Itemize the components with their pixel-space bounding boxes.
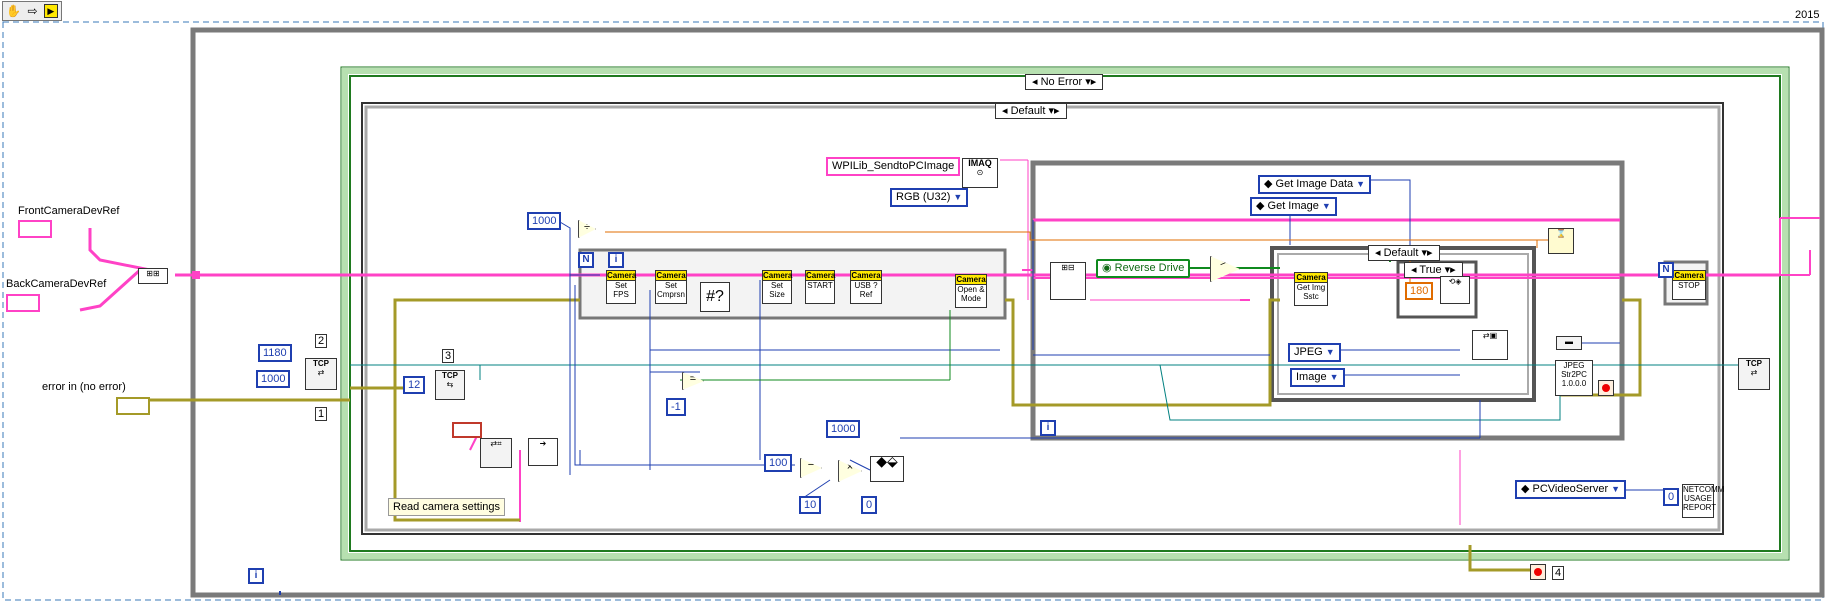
back-camera-label: BackCameraDevRef: [6, 278, 107, 290]
netcomm-usage-report-node[interactable]: NETCOMM USAGE REPORT: [1682, 484, 1724, 518]
right-loop-count: N: [1658, 262, 1674, 278]
label-3: 3: [442, 349, 455, 363]
error-in-terminal[interactable]: [116, 397, 150, 415]
reverse-drive-const[interactable]: ◉ Reverse Drive: [1096, 259, 1191, 278]
port-1180-const[interactable]: 1180: [258, 344, 292, 362]
read-camera-settings-comment: Read camera settings: [388, 498, 505, 516]
get-image-ring[interactable]: ◆ Get Image ▼: [1250, 197, 1337, 216]
const-1000-wait[interactable]: 1000: [826, 420, 861, 438]
loop-stop-button[interactable]: [1530, 564, 1546, 580]
for-loop-count: N: [578, 252, 594, 268]
arrow-icon[interactable]: ⇨: [27, 4, 37, 18]
unbundle-node[interactable]: ➔: [528, 438, 558, 466]
flatten-image-node[interactable]: ⇄▣: [1472, 330, 1508, 360]
camera-get-image[interactable]: Camera Get Img Sstc: [1294, 272, 1328, 306]
outer-case-selector[interactable]: ◂ No Error ▾▸: [1025, 74, 1104, 90]
block-diagram-wires: [2, 21, 1825, 601]
case-array-node[interactable]: ⊞⊟: [1050, 262, 1086, 300]
tcp-close-node[interactable]: TCP ⇄: [1738, 358, 1770, 390]
build-array-node[interactable]: ⊞⊞: [138, 268, 168, 284]
max-min-node[interactable]: ◆⬙: [870, 454, 904, 482]
timeout-1000-const[interactable]: 1000: [256, 370, 291, 388]
image-ring[interactable]: Image ▼: [1290, 368, 1345, 387]
const-100[interactable]: 100: [764, 454, 793, 472]
pc-video-server-ring[interactable]: ◆ PCVideoServer ▼: [1515, 480, 1627, 499]
back-camera-terminal[interactable]: [6, 294, 40, 312]
label-1: 1: [315, 407, 328, 421]
label-2: 2: [315, 334, 328, 348]
camera-set-fps[interactable]: Camera Set FPS: [606, 270, 636, 304]
inner-case-selector[interactable]: ◂ Default ▾▸: [995, 103, 1067, 119]
const-minus-one[interactable]: -1: [666, 398, 686, 416]
wait-node[interactable]: ⌛: [1548, 228, 1574, 254]
run-icon[interactable]: ▶: [43, 4, 58, 18]
default-case-frame: [361, 102, 1724, 535]
front-camera-terminal[interactable]: [18, 220, 52, 238]
camera-set-size[interactable]: Camera Set Size: [762, 270, 792, 304]
shift-register-left: [192, 271, 200, 279]
read-settings-node[interactable]: ⇄⌗: [480, 438, 512, 468]
jpeg-str2pc-node[interactable]: JPEG Str2PC 1.0.0.0: [1555, 360, 1593, 396]
const-0-b[interactable]: 0: [1663, 488, 1680, 506]
camera-start[interactable]: Camera START: [805, 270, 835, 304]
settings-ref-const[interactable]: [452, 422, 482, 438]
const-10[interactable]: 10: [799, 496, 822, 514]
const-0-a[interactable]: 0: [861, 496, 878, 514]
const-12[interactable]: 12: [403, 376, 426, 394]
const-1000-fps[interactable]: 1000: [527, 212, 562, 230]
diagram-toolbar: ✋ ⇨ ▶: [2, 1, 62, 21]
image-case-selector[interactable]: ◂ Default ▾▸: [1368, 245, 1440, 261]
sendto-pc-image-const[interactable]: WPILib_SendtoPCImage: [826, 157, 961, 176]
front-camera-label: FrontCameraDevRef: [18, 205, 120, 217]
for-loop-iteration: i: [608, 252, 624, 268]
jpeg-ring[interactable]: JPEG ▼: [1288, 343, 1341, 362]
error-in-label: error in (no error): [42, 381, 126, 393]
hand-icon[interactable]: ✋: [6, 4, 21, 18]
inner-loop-iteration: i: [1040, 420, 1056, 436]
error-handler-node[interactable]: #?: [700, 282, 730, 312]
tcp-listen-node[interactable]: TCP ⇆: [435, 370, 465, 400]
const-180[interactable]: 180: [1405, 282, 1434, 300]
get-image-data-ring[interactable]: ◆ Get Image Data ▼: [1258, 175, 1372, 194]
rotate-image-node[interactable]: ⟲◈: [1440, 276, 1470, 304]
format-node[interactable]: ▬: [1556, 336, 1582, 350]
version-label: 2015: [1795, 9, 1820, 21]
camera-open-mode[interactable]: Camera Open & Mode: [955, 274, 987, 308]
rgb-ring[interactable]: RGB (U32) ▼: [890, 188, 969, 207]
label-4: 4: [1552, 566, 1565, 580]
camera-set-compression[interactable]: Camera Set Cmprsn: [655, 270, 687, 304]
outer-loop-iteration: i: [248, 568, 264, 584]
inner-stop-button[interactable]: [1598, 380, 1614, 396]
imaq-create-node[interactable]: IMAQ ⊙: [962, 158, 998, 188]
camera-stop[interactable]: Camera STOP: [1672, 270, 1706, 300]
camera-usb-ref[interactable]: Camera USB ? Ref: [850, 270, 882, 304]
tcp-open-node[interactable]: TCP ⇄: [305, 358, 337, 390]
